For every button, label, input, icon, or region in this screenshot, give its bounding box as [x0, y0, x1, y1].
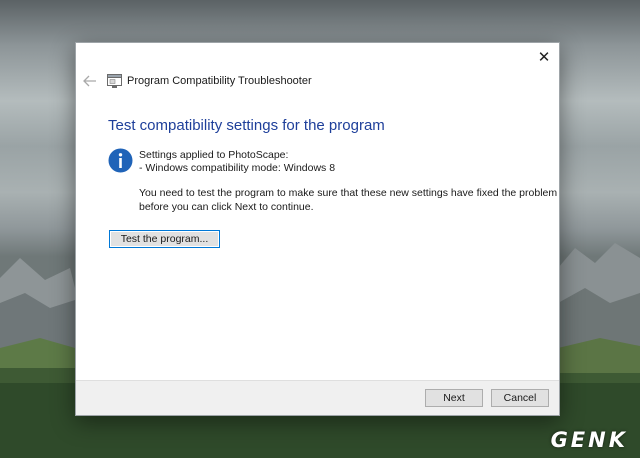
back-button[interactable] [82, 73, 98, 89]
cancel-button[interactable]: Cancel [491, 389, 549, 407]
window-title: Program Compatibility Troubleshooter [127, 75, 312, 87]
test-message-line1: You need to test the program to make sur… [139, 187, 558, 199]
troubleshooter-icon [107, 74, 122, 88]
compat-mode-text: - Windows compatibility mode: Windows 8 [139, 162, 336, 174]
watermark-logo: GENK [550, 428, 628, 452]
close-button[interactable]: ✕ [533, 47, 555, 67]
settings-applied-text: Settings applied to PhotoScape: [139, 149, 289, 161]
test-program-button[interactable]: Test the program... [109, 230, 220, 248]
next-button[interactable]: Next [425, 389, 483, 407]
dialog-footer: Next Cancel [76, 380, 559, 415]
page-heading: Test compatibility settings for the prog… [108, 117, 385, 134]
close-icon: ✕ [537, 49, 551, 66]
troubleshooter-dialog: ✕ Program Compatibility Troubleshooter T… [75, 42, 560, 416]
info-icon [108, 148, 133, 173]
back-arrow-icon [83, 75, 96, 87]
test-message-line2: before you can click Next to continue. [139, 201, 314, 213]
